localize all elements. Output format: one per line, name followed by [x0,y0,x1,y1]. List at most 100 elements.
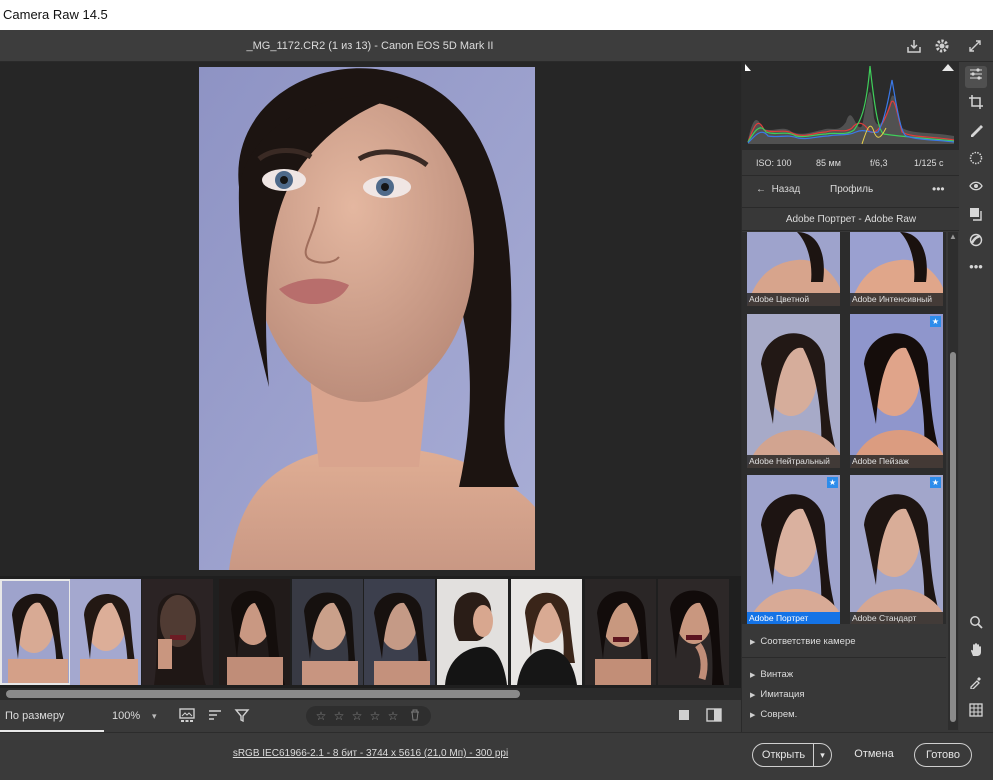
save-icon[interactable] [906,38,922,54]
exif-iso: ISO: 100 [756,158,792,168]
filmstrip-thumb[interactable] [585,579,656,685]
filmstrip-view-icon[interactable] [179,708,195,724]
favorite-star-icon[interactable]: ★ [827,477,838,488]
filmstrip-thumb[interactable] [511,579,582,685]
profile-label: Adobe Нейтральный [747,455,840,468]
section-label: Имитация [760,689,805,700]
arrow-left-icon: ← [756,184,766,195]
fullscreen-icon[interactable] [967,38,983,54]
exif-focal: 85 мм [816,158,841,168]
zoom-percent[interactable]: 100% [112,700,140,732]
more-tools-icon[interactable]: ••• [965,256,987,278]
triangle-right-icon: ▶ [750,692,756,699]
profile-header: ← Назад Профиль ••• [742,176,960,204]
profile-card-adobe-neutral[interactable]: Adobe Нейтральный [747,314,840,468]
presets-icon[interactable] [965,232,987,254]
window-title: Camera Raw 14.5 [0,0,993,30]
star-icon[interactable]: ☆ [350,709,364,723]
panel-scroll-thumb[interactable] [950,352,956,722]
main-photo[interactable] [199,67,535,570]
favorite-star-icon[interactable]: ★ [930,477,941,488]
section-label: Соврем. [760,709,798,720]
gear-icon[interactable] [934,38,950,54]
triangle-right-icon: ▶ [750,672,756,679]
right-panel: ISO: 100 85 мм f/6,3 1/125 с ← Назад Про… [741,62,960,732]
section-artistic[interactable]: ▶ Имитация [742,685,946,705]
triangle-right-icon: ▶ [750,639,756,646]
divider [742,657,946,658]
star-icon[interactable]: ☆ [386,709,400,723]
sort-icon[interactable] [207,708,223,724]
profile-card-adobe-vivid[interactable]: Adobe Интенсивный [850,232,943,306]
healing-brush-icon[interactable] [965,122,987,144]
filmstrip-thumb[interactable] [364,579,435,685]
single-view-icon[interactable] [676,708,692,724]
footer: sRGB IEC61966-2.1 - 8 бит - 3744 x 5616 … [0,732,993,780]
profile-grid: Adobe Цветной Adobe Интенсивный Adobe Не… [742,232,946,624]
workflow-options-link[interactable]: sRGB IEC61966-2.1 - 8 бит - 3744 x 5616 … [0,733,741,775]
bottom-toolbar: По размеру (11,1%) 100% ▾ ☆ ☆ ☆ ☆ ☆ [0,700,741,754]
trash-icon[interactable] [408,709,422,723]
profile-label: Adobe Стандарт [850,612,943,624]
profile-label: Adobe Пейзаж [850,455,943,468]
profile-card-adobe-standard[interactable]: ★ Adobe Стандарт [850,475,943,624]
crop-icon[interactable] [965,94,987,116]
profile-card-adobe-landscape[interactable]: ★ Adobe Пейзаж [850,314,943,468]
profile-label: Adobe Портрет [747,612,840,624]
filmstrip-thumb[interactable] [70,579,141,685]
red-eye-icon[interactable] [965,178,987,200]
color-sampler-icon[interactable] [965,674,987,696]
filmstrip-thumb[interactable] [658,579,729,685]
panel-scrollbar[interactable] [948,232,958,730]
star-icon[interactable]: ☆ [314,709,328,723]
star-icon[interactable]: ☆ [368,709,382,723]
triangle-right-icon: ▶ [750,712,756,719]
exif-shutter: 1/125 с [914,158,944,168]
back-label: Назад [771,184,801,195]
cancel-button[interactable]: Отмена [846,743,902,767]
edit-sliders-icon[interactable] [965,66,987,88]
open-dropdown-chevron-icon[interactable]: ▾ [813,743,832,767]
compare-view-icon[interactable] [706,708,722,724]
image-canvas[interactable] [0,62,741,576]
top-bar: _MG_1172.CR2 (1 из 13) - Canon EOS 5D Ma… [0,30,993,62]
filmstrip [0,576,741,688]
section-label: Соответствие камере [760,636,856,647]
current-profile: Adobe Портрет - Adobe Raw [742,207,960,231]
snapshots-icon[interactable] [965,206,987,228]
exif-aperture: f/6,3 [870,158,888,168]
file-title: _MG_1172.CR2 (1 из 13) - Canon EOS 5D Ma… [246,40,494,52]
histogram [742,62,960,150]
profile-card-adobe-color[interactable]: Adobe Цветной [747,232,840,306]
back-button[interactable]: ← Назад [756,176,800,204]
section-label: Винтаж [760,669,794,680]
filter-icon[interactable] [234,708,250,724]
zoom-chevron-icon[interactable]: ▾ [152,700,157,732]
profile-card-adobe-portrait[interactable]: ★ Adobe Портрет [747,475,840,624]
filmstrip-thumb[interactable] [437,579,508,685]
hand-icon[interactable] [965,642,987,664]
section-vintage[interactable]: ▶ Винтаж [742,665,946,685]
filmstrip-thumb[interactable] [0,579,71,685]
filmstrip-scrollbar[interactable] [0,688,741,700]
tool-strip: ••• [959,62,993,732]
profile-label: Adobe Цветной [747,293,840,306]
filmstrip-thumb[interactable] [142,579,213,685]
grid-icon[interactable] [965,702,987,724]
fit-zoom-button[interactable]: По размеру (11,1%) [0,700,104,754]
filmstrip-scroll-thumb[interactable] [6,690,520,698]
open-button[interactable]: Открыть [752,743,814,767]
star-icon[interactable]: ☆ [332,709,346,723]
scroll-up-icon[interactable]: ▲ [948,232,958,242]
done-button[interactable]: Готово [914,743,972,767]
zoom-icon[interactable] [965,614,987,636]
favorite-star-icon[interactable]: ★ [930,316,941,327]
rating-bar: ☆ ☆ ☆ ☆ ☆ [306,706,431,726]
profile-label: Adobe Интенсивный [850,293,943,306]
filmstrip-thumb[interactable] [219,579,290,685]
masking-icon[interactable] [965,150,987,172]
section-camera-matching[interactable]: ▶ Соответствие камере [742,632,946,652]
filmstrip-thumb[interactable] [292,579,363,685]
section-modern[interactable]: ▶ Соврем. [742,705,946,725]
more-options-icon[interactable]: ••• [932,176,945,202]
